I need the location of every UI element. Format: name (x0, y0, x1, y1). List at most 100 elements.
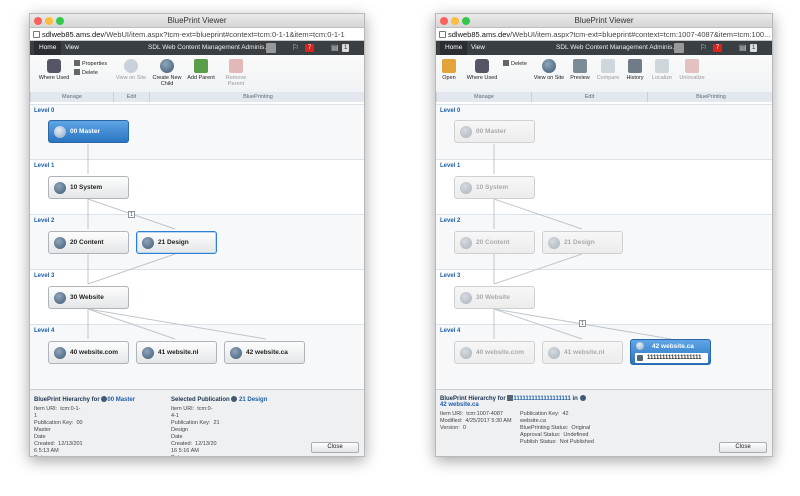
minimize-window-button[interactable] (45, 17, 53, 25)
component-icon (637, 355, 643, 361)
node-00-master[interactable]: 00 Master (454, 120, 535, 143)
details-panel: BluePrint Hierarchy for 1111111111111111… (436, 389, 772, 456)
tab-home[interactable]: Home (34, 41, 62, 55)
pages-icon[interactable]: ▤ (739, 43, 747, 52)
page-count-badge: 1 (342, 44, 350, 52)
preview-button[interactable]: Preview (567, 59, 593, 81)
node-42-website-ca[interactable]: 42 website.ca 111111111111111111 (630, 339, 711, 365)
view-on-site-button[interactable]: View on Site (114, 59, 148, 81)
node-30-website[interactable]: 30 Website (454, 286, 535, 309)
node-10-system[interactable]: 10 System (48, 176, 129, 199)
group-edit-label: Edit (113, 92, 149, 102)
trash-icon (503, 60, 509, 66)
node-41-website-nl[interactable]: 41 website.nl (542, 341, 623, 364)
properties-button[interactable]: Properties (74, 60, 107, 68)
remove-parent-icon (229, 59, 243, 73)
close-window-button[interactable] (440, 17, 448, 25)
publication-icon (548, 347, 560, 359)
view-on-site-button[interactable]: View on Site (532, 59, 566, 81)
folder-open-icon (442, 59, 456, 73)
ribbon-toolbar: Where Used Properties Delete View on Sit… (30, 55, 364, 102)
history-button[interactable]: History (623, 59, 647, 81)
node-30-website[interactable]: 30 Website (48, 286, 129, 309)
window-title: BluePrint Viewer (574, 16, 634, 25)
hierarchy-details: Item URI: tcm:0-1- 1 Publication Key: 00… (34, 406, 83, 456)
item-row[interactable]: 111111111111111111 (635, 353, 708, 363)
group-blueprinting-label: BluePrinting (647, 92, 772, 102)
delete-button[interactable]: Delete (74, 69, 98, 77)
publication-icon (54, 292, 66, 304)
url-host: sdlweb85.ams.dev (448, 30, 511, 39)
context-publication[interactable]: 42 website.ca (440, 402, 479, 408)
binoculars-icon (475, 59, 489, 73)
url-bar[interactable]: sdlweb85.ams.dev/WebUI/item.aspx?tcm-ext… (436, 28, 772, 41)
tab-bar: Home View SDL Web Content Management Adm… (436, 41, 772, 55)
where-used-button[interactable]: Where Used (464, 59, 500, 81)
unlocalize-button[interactable]: Unlocalize (676, 59, 708, 81)
close-window-button[interactable] (34, 17, 42, 25)
blueprint-hierarchy-canvas: Level 0 Level 1 Level 2 Level 3 Level 4 … (30, 104, 364, 389)
hierarchy-for-title: BluePrint Hierarchy for 00 Master (34, 396, 136, 403)
node-42-website-ca[interactable]: 42 website.ca (224, 341, 305, 364)
node-21-design[interactable]: 21 Design (542, 231, 623, 254)
add-parent-icon (194, 59, 208, 73)
publication-icon (230, 347, 242, 359)
url-path: /WebUI/item.aspx?tcm-ext=blueprint#conte… (510, 30, 771, 39)
globe-icon (579, 395, 586, 401)
properties-icon (74, 60, 80, 66)
close-button[interactable]: Close (311, 442, 359, 453)
node-41-website-nl[interactable]: 41 website.nl (136, 341, 217, 364)
tab-bar: Home View SDL Web Content Management Adm… (30, 41, 364, 55)
tab-view[interactable]: View (466, 41, 490, 55)
group-manage-label: Manage (30, 92, 113, 102)
user-icon[interactable] (674, 43, 684, 53)
node-20-content[interactable]: 20 Content (454, 231, 535, 254)
node-40-website-com[interactable]: 40 website.com (454, 341, 535, 364)
ribbon-toolbar: Open Where Used Delete View on Site Prev… (436, 55, 772, 102)
publication-icon (142, 237, 154, 249)
node-40-website-com[interactable]: 40 website.com (48, 341, 129, 364)
messages-icon[interactable]: ⚐ (700, 43, 707, 52)
notification-badge[interactable]: 7 (305, 44, 314, 52)
page-icon (439, 31, 446, 38)
pages-icon[interactable]: ▤ (331, 43, 339, 52)
group-blueprinting-label: BluePrinting (149, 92, 364, 102)
publication-icon (460, 237, 472, 249)
remove-parent-button[interactable]: Remove Parent (219, 59, 253, 87)
create-new-child-button[interactable]: Create New Child (149, 59, 185, 87)
add-parent-button[interactable]: Add Parent (185, 59, 217, 81)
zoom-window-button[interactable] (462, 17, 470, 25)
app-title: SDL Web Content Management Adminis... (148, 44, 270, 51)
minimize-window-button[interactable] (451, 17, 459, 25)
node-00-master[interactable]: 00 Master (48, 120, 129, 143)
publication-icon (142, 347, 154, 359)
delete-button[interactable]: Delete (503, 60, 527, 68)
compare-button[interactable]: Compare (594, 59, 622, 81)
localize-button[interactable]: Localize (648, 59, 676, 81)
hierarchy-for-title: BluePrint Hierarchy for 1111111111111111… (440, 395, 586, 402)
publication-icon (548, 237, 560, 249)
url-host: sdlweb85.ams.dev (42, 30, 105, 39)
group-edit-label: Edit (531, 92, 647, 102)
page-icon (33, 31, 40, 38)
url-bar[interactable]: sdlweb85.ams.dev/WebUI/item.aspx?tcm-ext… (30, 28, 364, 41)
close-button[interactable]: Close (719, 442, 767, 453)
notification-badge[interactable]: 7 (713, 44, 722, 52)
messages-icon[interactable]: ⚐ (292, 43, 299, 52)
hint-badge[interactable]: 1 (579, 320, 586, 327)
user-icon[interactable] (266, 43, 276, 53)
title-bar: BluePrint Viewer (436, 14, 772, 28)
node-21-design[interactable]: 21 Design (136, 231, 217, 254)
zoom-window-button[interactable] (56, 17, 64, 25)
history-icon (628, 59, 642, 73)
tab-home[interactable]: Home (440, 41, 468, 55)
tab-view[interactable]: View (60, 41, 84, 55)
window-title: BluePrint Viewer (167, 16, 227, 25)
node-20-content[interactable]: 20 Content (48, 231, 129, 254)
where-used-button[interactable]: Where Used (36, 59, 72, 81)
globe-icon (124, 59, 138, 73)
details-panel: BluePrint Hierarchy for 00 Master Select… (30, 389, 364, 456)
open-button[interactable]: Open (438, 59, 460, 81)
hint-badge[interactable]: 1 (128, 211, 135, 218)
node-10-system[interactable]: 10 System (454, 176, 535, 199)
